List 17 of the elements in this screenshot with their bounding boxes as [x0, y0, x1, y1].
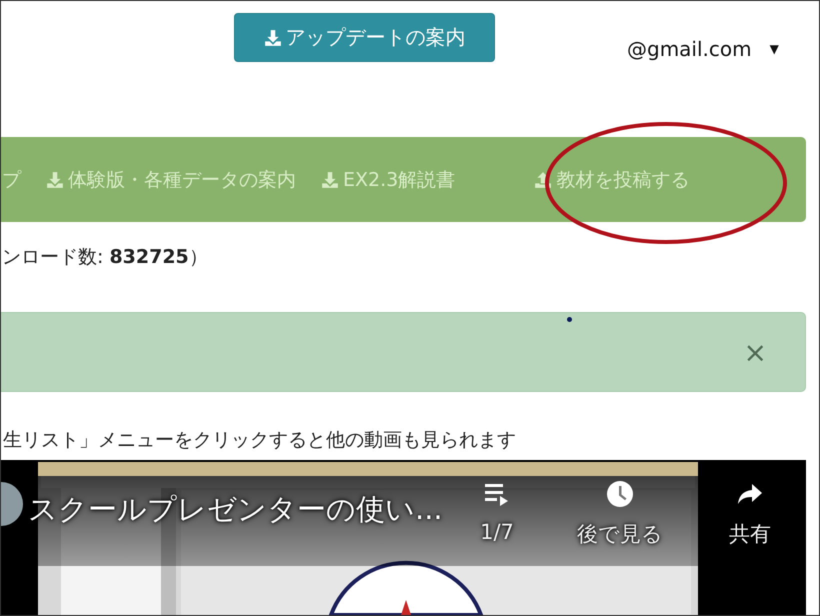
- upload-icon: [534, 170, 552, 188]
- download-count: ンロード数: 832725）: [2, 245, 209, 270]
- close-button[interactable]: ×: [744, 336, 767, 368]
- account-email[interactable]: @gmail.com: [627, 37, 752, 61]
- action-label[interactable]: 後で見る: [577, 520, 663, 548]
- action-label[interactable]: 共有: [729, 520, 771, 548]
- download-icon: [321, 170, 339, 188]
- video-player[interactable]: スクールプレゼンターの使い... 1/7 後で見る 共有: [1, 460, 806, 615]
- video-title[interactable]: スクールプレゼンターの使い...: [28, 490, 443, 530]
- download-icon: [46, 170, 64, 188]
- dot-mark: [567, 317, 572, 322]
- instruction-text: 生リスト」メニューをクリックすると他の動画も見られます: [3, 428, 517, 453]
- download-icon: [264, 28, 282, 46]
- update-button[interactable]: アップデートの案内: [234, 13, 495, 62]
- caret-icon[interactable]: ▼: [770, 42, 779, 56]
- playlist-count[interactable]: 1/7: [480, 520, 514, 544]
- clock-icon: [606, 480, 634, 508]
